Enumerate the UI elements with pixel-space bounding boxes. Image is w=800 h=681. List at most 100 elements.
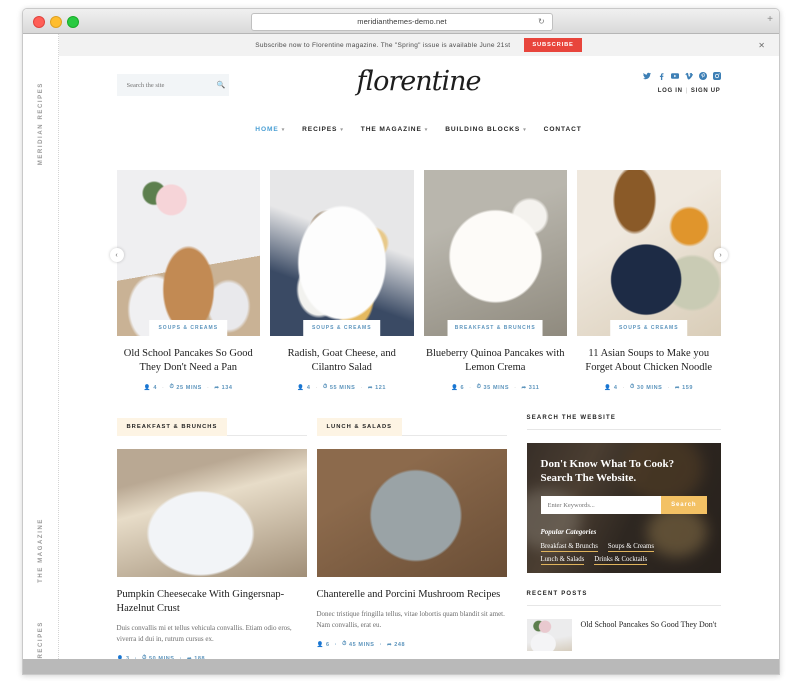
- nav-item-building-blocks[interactable]: BUILDING BLOCKS ▾: [445, 126, 526, 133]
- carousel-meta: 👤 6 · ⏱ 35 MINS · ➦ 311: [424, 384, 568, 391]
- search-input[interactable]: [124, 80, 217, 90]
- carousel-title[interactable]: Old School Pancakes So Good They Don't N…: [117, 347, 261, 375]
- header-search[interactable]: 🔍: [116, 74, 229, 96]
- post-image[interactable]: [316, 449, 507, 577]
- address-bar[interactable]: meridianthemes-demo.net ↻: [251, 13, 553, 31]
- youtube-icon[interactable]: [670, 72, 679, 80]
- comments-meta: 👤 4: [144, 385, 157, 391]
- recent-post-thumbnail[interactable]: [526, 619, 572, 651]
- carousel-image[interactable]: SOUPS & CREAMS: [116, 170, 260, 336]
- site-logo[interactable]: florentine: [356, 66, 481, 97]
- carousel-title[interactable]: 11 Asian Soups to Make you Forget About …: [577, 347, 721, 375]
- lower-grid: BREAKFAST & BRUNCHS Pumpkin Cheesecake W…: [116, 415, 721, 662]
- window-controls[interactable]: [33, 16, 79, 28]
- widget-title-line1: Don't Know What To Cook?: [540, 458, 675, 470]
- widget-title: Don't Know What To Cook? Search The Webs…: [541, 457, 707, 485]
- nav-label: HOME: [255, 126, 279, 133]
- carousel-card[interactable]: SOUPS & CREAMS Old School Pancakes So Go…: [116, 170, 261, 391]
- shares-count: 311: [528, 384, 540, 391]
- category-tag[interactable]: SOUPS & CREAMS: [302, 320, 381, 336]
- section-tag-breakfast[interactable]: BREAKFAST & BRUNCHS: [116, 418, 228, 436]
- carousel-card[interactable]: SOUPS & CREAMS Radish, Goat Cheese, and …: [270, 170, 414, 391]
- twitter-icon[interactable]: [642, 72, 651, 80]
- rail-label-magazine[interactable]: THE MAGAZINE: [38, 518, 44, 583]
- comments-meta: 👤 6: [451, 385, 464, 391]
- carousel-title[interactable]: Blueberry Quinoa Pancakes with Lemon Cre…: [424, 347, 568, 375]
- carousel-image[interactable]: BREAKFAST & BRUNCHS: [423, 170, 567, 336]
- category-tag[interactable]: SOUPS & CREAMS: [609, 320, 688, 336]
- category-tag[interactable]: SOUPS & CREAMS: [149, 320, 228, 336]
- minimize-window-button[interactable]: [50, 16, 62, 28]
- carousel-prev-icon[interactable]: ‹: [109, 248, 124, 262]
- category-tag[interactable]: BREAKFAST & BRUNCHS: [447, 320, 543, 336]
- sidebar-heading-search: SEARCH THE WEBSITE: [526, 415, 617, 421]
- carousel-card[interactable]: SOUPS & CREAMS 11 Asian Soups to Make yo…: [577, 170, 721, 391]
- post-image[interactable]: [116, 449, 307, 577]
- signup-link[interactable]: SIGN UP: [691, 88, 721, 94]
- share-icon: ➦: [674, 384, 681, 391]
- comments-meta: 👤 4: [604, 385, 617, 391]
- pinterest-icon[interactable]: [698, 72, 707, 80]
- login-link[interactable]: LOG IN: [658, 88, 683, 94]
- category-link-lunch[interactable]: Lunch & Salads: [540, 556, 585, 565]
- carousel-image[interactable]: SOUPS & CREAMS: [577, 170, 721, 336]
- nav-item-contact[interactable]: CONTACT: [544, 126, 582, 133]
- share-icon: ➦: [367, 384, 374, 391]
- post-title[interactable]: Pumpkin Cheesecake With Gingersnap-Hazel…: [117, 588, 307, 616]
- column-lunch: LUNCH & SALADS Chanterelle and Porcini M…: [316, 415, 507, 662]
- category-link-drinks[interactable]: Drinks & Cocktails: [594, 556, 648, 565]
- sidebar: SEARCH THE WEBSITE Don't Know What To Co…: [526, 415, 721, 662]
- shares-count: 159: [682, 384, 694, 391]
- category-link-breakfast[interactable]: Breakfast & Brunchs: [540, 543, 598, 552]
- category-link-soups[interactable]: Soups & Creams: [607, 543, 654, 552]
- reload-icon[interactable]: ↻: [538, 18, 546, 26]
- time-meta: ⏱ 25 MINS: [169, 384, 202, 391]
- shares-meta: ➦ 134: [214, 385, 232, 391]
- social-links[interactable]: [642, 72, 721, 80]
- carousel-next-icon[interactable]: ›: [713, 248, 728, 262]
- recent-post-title[interactable]: Old School Pancakes So Good They Don't: [581, 619, 717, 630]
- new-tab-button[interactable]: +: [767, 15, 773, 25]
- share-icon: ➦: [214, 384, 220, 391]
- section-tag-lunch[interactable]: LUNCH & SALADS: [316, 418, 403, 436]
- maximize-window-button[interactable]: [67, 16, 79, 28]
- search-icon: 🔍: [216, 82, 226, 89]
- share-icon: ➦: [387, 641, 393, 648]
- widget-search-button[interactable]: Search: [661, 496, 707, 514]
- widget-search-form: Search: [540, 496, 707, 514]
- instagram-icon[interactable]: [712, 72, 721, 80]
- recent-post-item[interactable]: Old School Pancakes So Good They Don't: [526, 619, 721, 651]
- rail-label-recipes[interactable]: RECIPES: [38, 621, 44, 659]
- nav-item-recipes[interactable]: RECIPES ▾: [302, 126, 344, 133]
- shares-count: 248: [394, 641, 406, 648]
- person-icon: 👤: [451, 384, 459, 391]
- notice-text: Subscribe now to Florentine magazine. Th…: [255, 41, 511, 49]
- nav-item-the-magazine[interactable]: THE MAGAZINE ▾: [361, 126, 428, 133]
- comments-count: 6: [460, 384, 465, 391]
- auth-separator: |: [685, 88, 688, 94]
- chevron-down-icon: ▾: [424, 126, 429, 133]
- widget-search-input[interactable]: [540, 496, 662, 514]
- carousel-title[interactable]: Radish, Goat Cheese, and Cilantro Salad: [270, 347, 414, 375]
- meta-dot: ·: [514, 384, 517, 391]
- browser-window: meridianthemes-demo.net ↻ + MERIDIAN REC…: [22, 8, 780, 675]
- time-meta: ⏱ 45 MINS: [342, 641, 375, 648]
- nav-label: THE MAGAZINE: [360, 126, 422, 133]
- carousel-card[interactable]: BREAKFAST & BRUNCHS Blueberry Quinoa Pan…: [423, 170, 568, 391]
- page-bottom-edge: [23, 659, 779, 674]
- meta-dot: ·: [469, 384, 472, 391]
- carousel-meta: 👤 4 · ⏱ 25 MINS · ➦ 134: [117, 384, 261, 391]
- close-window-button[interactable]: [33, 16, 45, 28]
- meta-dot: ·: [334, 641, 338, 648]
- subscribe-button[interactable]: SUBSCRIBE: [524, 38, 582, 52]
- time-meta: ⏱ 30 MINS: [630, 384, 663, 391]
- carousel-image[interactable]: SOUPS & CREAMS: [270, 170, 414, 336]
- nav-item-home[interactable]: HOME ▾: [255, 126, 285, 133]
- post-title[interactable]: Chanterelle and Porcini Mushroom Recipes: [317, 588, 507, 602]
- meta-dot: ·: [379, 641, 382, 648]
- meta-dot: ·: [667, 384, 670, 391]
- person-icon: 👤: [604, 384, 612, 391]
- close-icon[interactable]: ✕: [758, 41, 765, 50]
- facebook-icon[interactable]: [657, 72, 665, 80]
- vimeo-icon[interactable]: [684, 72, 693, 80]
